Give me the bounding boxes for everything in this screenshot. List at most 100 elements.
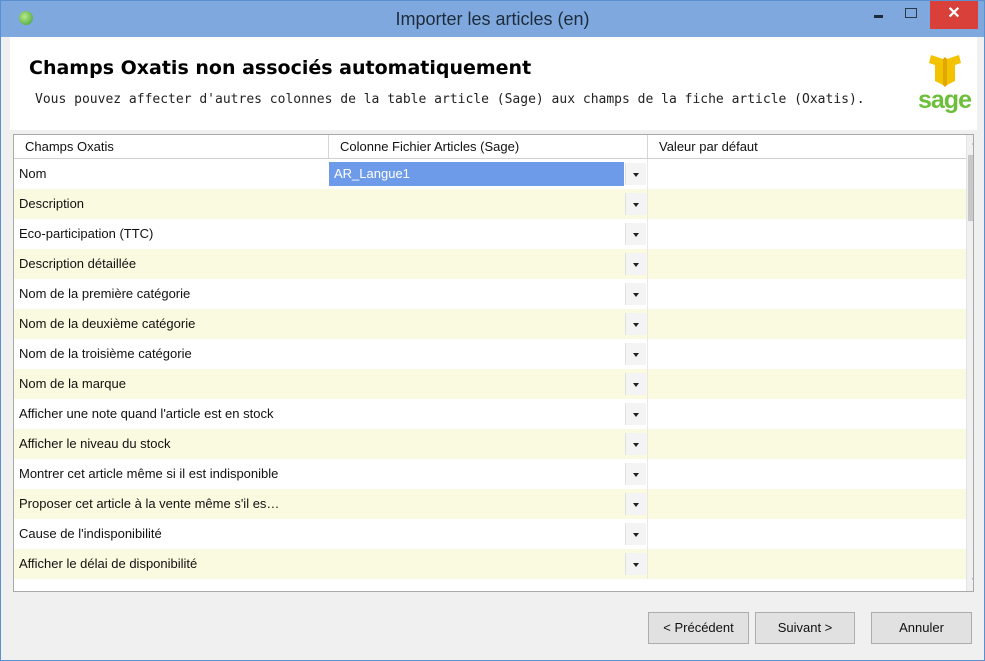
chevron-down-icon[interactable] [625, 163, 646, 185]
table-row[interactable]: Description [14, 189, 966, 219]
default-value-cell[interactable] [648, 279, 966, 309]
column-dropdown-value [329, 192, 624, 216]
next-button[interactable]: Suivant > [755, 612, 855, 644]
cancel-button[interactable]: Annuler [871, 612, 972, 644]
default-value-cell[interactable] [648, 459, 966, 489]
window-title: Importer les articles (en) [395, 9, 590, 29]
table-row[interactable]: Eco-participation (TTC) [14, 219, 966, 249]
table-row[interactable]: Afficher une note quand l'article est en… [14, 399, 966, 429]
table-row[interactable]: Montrer cet article même si il est indis… [14, 459, 966, 489]
minimize-icon [874, 15, 883, 18]
grid-rows: Nom AR_Langue1 Description Eco-participatio… [14, 159, 966, 579]
default-value-cell[interactable] [648, 309, 966, 339]
column-header-valeur[interactable]: Valeur par défaut [648, 135, 966, 158]
column-dropdown[interactable] [329, 552, 647, 576]
field-name-cell: Afficher le délai de disponibilité [19, 556, 198, 571]
column-dropdown-value [329, 372, 624, 396]
column-dropdown[interactable] [329, 222, 647, 246]
chevron-down-icon[interactable] [625, 223, 646, 245]
chevron-down-icon[interactable] [625, 433, 646, 455]
header-panel: Champs Oxatis non associés automatiqueme… [10, 37, 977, 130]
import-window: Importer les articles (en) ✕ Champs Oxat… [0, 0, 985, 661]
column-dropdown[interactable] [329, 252, 647, 276]
default-value-cell[interactable] [648, 399, 966, 429]
chevron-down-icon[interactable] [625, 523, 646, 545]
field-name-cell: Eco-participation (TTC) [19, 226, 154, 241]
field-name-cell: Cause de l'indisponibilité [19, 526, 162, 541]
table-row[interactable]: Nom de la première catégorie [14, 279, 966, 309]
column-dropdown[interactable] [329, 342, 647, 366]
column-dropdown[interactable] [329, 492, 647, 516]
maximize-button[interactable] [895, 1, 929, 29]
column-dropdown[interactable] [329, 522, 647, 546]
mapping-grid: Champs Oxatis Colonne Fichier Articles (… [13, 134, 974, 592]
field-name-cell: Description [19, 196, 85, 211]
table-row[interactable]: Afficher le niveau du stock [14, 429, 966, 459]
column-dropdown[interactable]: AR_Langue1 [329, 162, 647, 186]
field-name-cell: Montrer cet article même si il est indis… [19, 466, 279, 481]
table-row[interactable]: Nom de la marque [14, 369, 966, 399]
scroll-up-icon[interactable]: ˄ [967, 135, 973, 152]
default-value-cell[interactable] [648, 519, 966, 549]
column-header-champs[interactable]: Champs Oxatis [14, 135, 329, 158]
title-bar[interactable]: Importer les articles (en) ✕ [1, 1, 984, 37]
column-dropdown[interactable] [329, 402, 647, 426]
column-dropdown[interactable] [329, 282, 647, 306]
close-button[interactable]: ✕ [930, 1, 978, 29]
column-dropdown-value [329, 462, 624, 486]
sage-leaf-icon [929, 55, 961, 87]
table-row[interactable]: Cause de l'indisponibilité [14, 519, 966, 549]
previous-button[interactable]: < Précédent [648, 612, 749, 644]
table-row[interactable]: Nom de la deuxième catégorie [14, 309, 966, 339]
chevron-down-icon[interactable] [625, 253, 646, 275]
column-dropdown-value: AR_Langue1 [329, 162, 624, 186]
default-value-cell[interactable] [648, 369, 966, 399]
default-value-cell[interactable] [648, 249, 966, 279]
chevron-down-icon[interactable] [625, 313, 646, 335]
default-value-cell[interactable] [648, 489, 966, 519]
table-row[interactable]: Afficher le délai de disponibilité [14, 549, 966, 579]
column-dropdown[interactable] [329, 312, 647, 336]
default-value-cell[interactable] [648, 219, 966, 249]
table-row[interactable]: Description détaillée [14, 249, 966, 279]
column-dropdown[interactable] [329, 432, 647, 456]
column-dropdown-value [329, 402, 624, 426]
default-value-cell[interactable] [648, 429, 966, 459]
table-row[interactable]: Proposer cet article à la vente même s'i… [14, 489, 966, 519]
chevron-down-icon[interactable] [625, 403, 646, 425]
column-dropdown-value [329, 312, 624, 336]
column-header-colonne[interactable]: Colonne Fichier Articles (Sage) [329, 135, 648, 158]
page-title: Champs Oxatis non associés automatiqueme… [29, 57, 532, 79]
table-row[interactable]: Nom de la troisième catégorie [14, 339, 966, 369]
page-subtitle: Vous pouvez affecter d'autres colonnes d… [35, 92, 865, 107]
default-value-cell[interactable] [648, 189, 966, 219]
column-dropdown-value [329, 492, 624, 516]
default-value-cell[interactable] [648, 159, 966, 189]
column-dropdown[interactable] [329, 462, 647, 486]
chevron-down-icon[interactable] [625, 493, 646, 515]
default-value-cell[interactable] [648, 549, 966, 579]
chevron-down-icon[interactable] [625, 343, 646, 365]
sage-logo-text: sage [918, 86, 972, 114]
column-dropdown[interactable] [329, 372, 647, 396]
default-value-cell[interactable] [648, 339, 966, 369]
column-dropdown-value [329, 342, 624, 366]
minimize-button[interactable] [861, 1, 895, 29]
field-name-cell: Nom de la troisième catégorie [19, 346, 192, 361]
chevron-down-icon[interactable] [625, 373, 646, 395]
chevron-down-icon[interactable] [625, 463, 646, 485]
column-dropdown-value [329, 222, 624, 246]
dialog-content: Champs Oxatis non associés automatiqueme… [10, 37, 977, 654]
field-name-cell: Afficher une note quand l'article est en… [19, 406, 274, 421]
chevron-down-icon[interactable] [625, 193, 646, 215]
column-dropdown-value [329, 552, 624, 576]
chevron-down-icon[interactable] [625, 283, 646, 305]
vertical-scrollbar[interactable]: ˄ ˅ [966, 135, 973, 591]
chevron-down-icon[interactable] [625, 553, 646, 575]
field-name-cell: Nom de la deuxième catégorie [19, 316, 196, 331]
table-row[interactable]: Nom AR_Langue1 [14, 159, 966, 189]
scroll-down-icon[interactable]: ˅ [967, 574, 973, 591]
maximize-icon [905, 8, 917, 18]
column-dropdown[interactable] [329, 192, 647, 216]
scroll-thumb[interactable] [968, 155, 973, 221]
